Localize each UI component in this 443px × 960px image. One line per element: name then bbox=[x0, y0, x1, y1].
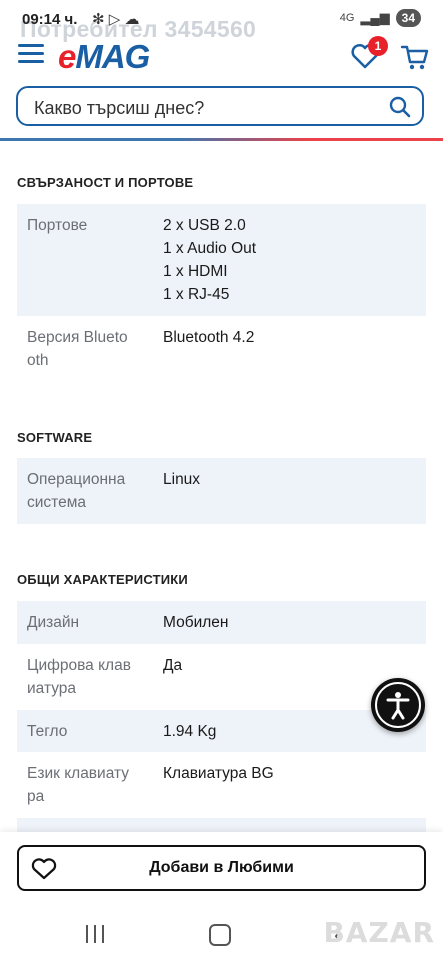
spec-value: 1.94 Kg bbox=[163, 723, 217, 740]
spec-label: Портове bbox=[27, 217, 88, 234]
spec-value-line: 2 x USB 2.0 bbox=[163, 217, 246, 234]
section-title-general: ОБЩИ ХАРАКТЕРИСТИКИ bbox=[17, 572, 188, 587]
app-header: eMAG 1 bbox=[0, 36, 443, 80]
spec-value: Клавиатура BG bbox=[163, 765, 274, 782]
recent-apps-icon[interactable] bbox=[86, 925, 106, 943]
spec-label: Тегло bbox=[27, 723, 68, 740]
emag-logo[interactable]: eMAG bbox=[58, 38, 150, 76]
watermark-text: BAZAR bbox=[323, 916, 435, 949]
spec-row-weight: Тегло 1.94 Kg bbox=[17, 710, 426, 752]
play-icon: ▷ bbox=[108, 11, 121, 28]
pinwheel-icon: ✻ bbox=[92, 11, 105, 28]
spec-row-partial bbox=[17, 818, 426, 832]
spec-label: Цифрова клав иатура bbox=[27, 657, 131, 697]
accessibility-button[interactable] bbox=[371, 678, 425, 732]
home-icon[interactable] bbox=[209, 924, 231, 946]
spec-value-line: 1 x HDMI bbox=[163, 263, 228, 280]
spec-row-ports: Портове 2 x USB 2.0 1 x Audio Out 1 x HD… bbox=[17, 204, 426, 316]
add-to-favorites-label: Добави в Любими bbox=[149, 859, 294, 876]
spec-row-bluetooth: Версия Blueto oth Bluetooth 4.2 bbox=[17, 316, 426, 384]
spec-value: 2 x USB 2.0 1 x Audio Out 1 x HDMI 1 x R… bbox=[163, 214, 413, 306]
spec-row-keyboard-language: Език клавиату ра Клавиатура BG bbox=[17, 752, 426, 818]
status-notification-icons: ✻ ▷ ☁ bbox=[92, 10, 139, 28]
status-right: 4G ▂▄▆ 34 bbox=[340, 9, 421, 27]
bottom-action-panel: Добави в Любими bbox=[0, 832, 443, 904]
spec-value: Bluetooth 4.2 bbox=[163, 329, 255, 346]
accessibility-icon bbox=[375, 682, 421, 728]
spec-row-os: Операционна система Linux bbox=[17, 458, 426, 524]
status-bar: Потребител 3454560 09:14 ч. ✻ ▷ ☁ 4G ▂▄▆… bbox=[0, 0, 443, 42]
spec-value: Да bbox=[163, 657, 183, 674]
spec-value: Linux bbox=[163, 471, 201, 488]
cart-icon bbox=[400, 45, 429, 70]
search-bar bbox=[16, 86, 424, 126]
spec-label: Дизайн bbox=[27, 614, 80, 631]
spec-value: Мобилен bbox=[163, 614, 229, 631]
menu-icon[interactable] bbox=[18, 44, 44, 64]
section-title-software: SOFTWARE bbox=[17, 430, 93, 445]
search-icon[interactable] bbox=[388, 95, 412, 119]
section-title-connectivity: СВЪРЗАНОСТ И ПОРТОВЕ bbox=[17, 175, 194, 190]
battery-indicator: 34 bbox=[395, 9, 421, 27]
spec-label: Версия Blueto oth bbox=[27, 329, 128, 369]
status-time: 09:14 ч. bbox=[22, 11, 78, 28]
spec-row-numpad: Цифрова клав иатура Да bbox=[17, 644, 426, 710]
network-label: 4G bbox=[339, 12, 355, 24]
logo-mag: MAG bbox=[75, 38, 150, 75]
spec-row-design: Дизайн Мобилен bbox=[17, 601, 426, 644]
system-nav-bar: ‹ BAZAR bbox=[0, 904, 443, 960]
search-input[interactable] bbox=[32, 95, 376, 121]
spec-value-line: 1 x Audio Out bbox=[163, 240, 257, 257]
logo-e: e bbox=[58, 38, 76, 75]
cart-button[interactable] bbox=[400, 42, 430, 72]
favorites-count-badge: 1 bbox=[368, 36, 388, 56]
signal-icon: ▂▄▆ bbox=[360, 10, 390, 25]
spec-label: Език клавиату ра bbox=[27, 765, 130, 805]
add-to-favorites-button[interactable]: Добави в Любими bbox=[17, 845, 426, 891]
cloud-icon: ☁ bbox=[124, 11, 140, 28]
spec-value-line: 1 x RJ-45 bbox=[163, 286, 230, 303]
favorites-button[interactable]: 1 bbox=[350, 36, 388, 72]
header-divider bbox=[0, 138, 443, 141]
spec-label: Операционна система bbox=[27, 471, 126, 511]
